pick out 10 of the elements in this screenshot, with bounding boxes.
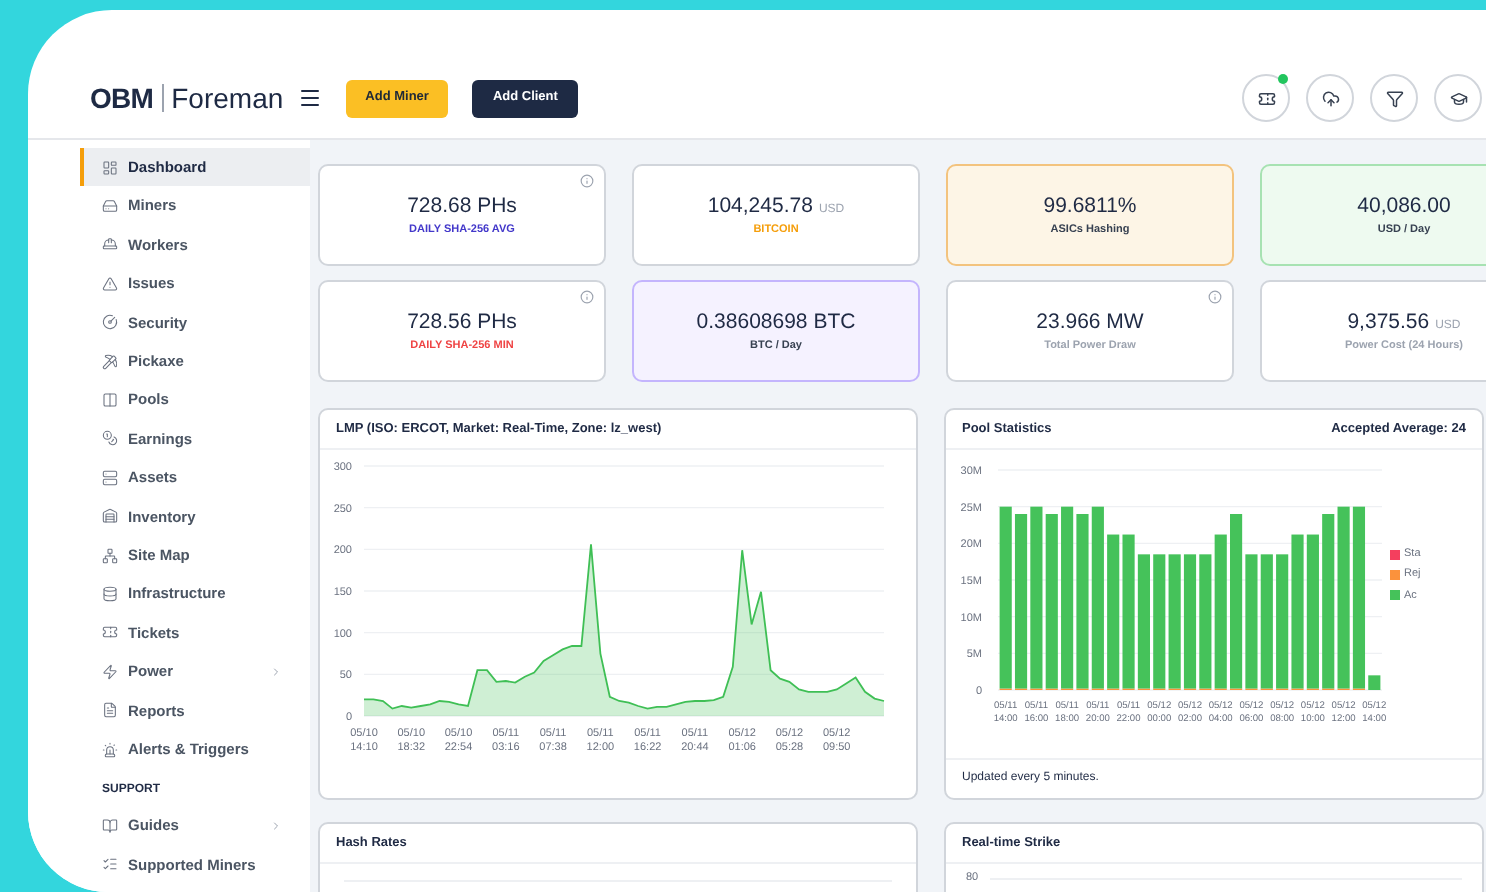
- stat-value: 728.56 PHs: [407, 307, 517, 337]
- stat-value: 99.6811%: [1043, 191, 1137, 221]
- logo-product: Foreman: [171, 79, 284, 117]
- stat-value: 0.38608698 BTC: [696, 307, 856, 337]
- stat-value: 23.966 MW: [1036, 307, 1144, 337]
- stat-value: 40,086.00: [1357, 191, 1451, 221]
- stat-value: 728.68 PHs: [407, 191, 517, 221]
- stat-value: 9,375.56: [1347, 307, 1430, 337]
- stat-value: 104,245.78: [707, 191, 813, 221]
- logo-brand: OBM: [90, 79, 154, 117]
